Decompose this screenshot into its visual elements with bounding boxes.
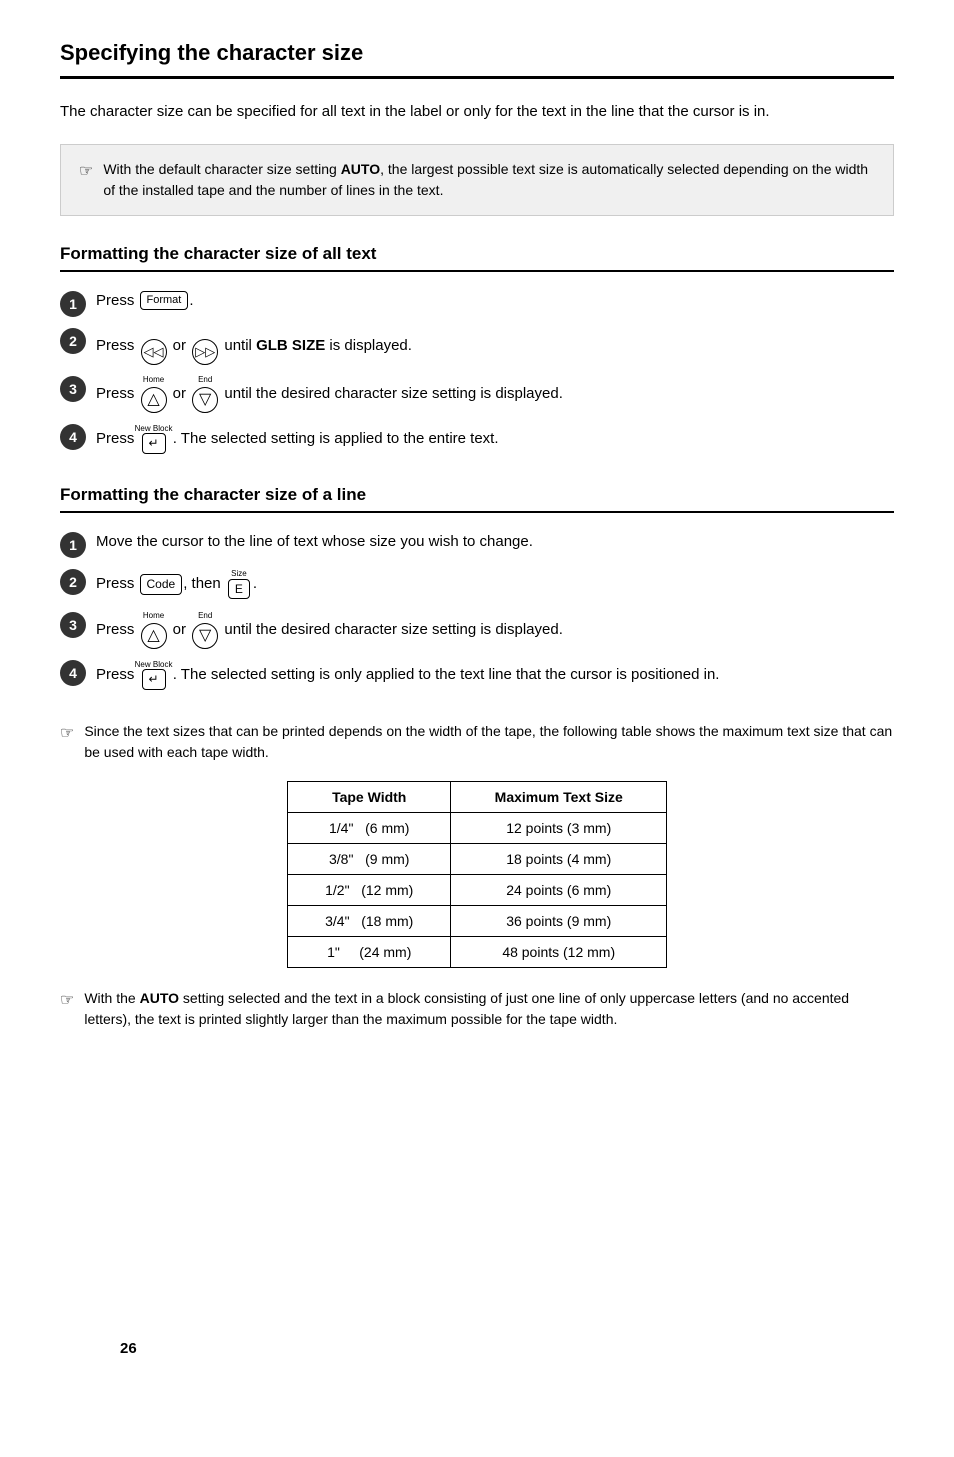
table-row: 1" (24 mm) 48 points (12 mm) — [288, 937, 667, 968]
step-content-2-3: Press Home △ or End ▽ until the desired … — [96, 611, 894, 649]
page-title: Specifying the character size — [60, 40, 894, 79]
note-text-1: With the default character size setting … — [103, 159, 875, 201]
step-content-2-2: Press Code, then Size E . — [96, 568, 894, 601]
e-btn[interactable]: E — [228, 579, 250, 600]
step-content-1-1: Press Format. — [96, 290, 894, 313]
table-row: 3/4" (18 mm) 36 points (9 mm) — [288, 906, 667, 937]
home-label: Home — [143, 374, 164, 386]
step-content-1-2: Press ◁◁ or ▷▷ until GLB SIZE is display… — [96, 327, 894, 365]
note-icon-1: ☞ — [79, 160, 93, 184]
step-1-4: 4 Press New Block ↵ . The selected setti… — [60, 423, 894, 456]
step-2-4: 4 Press New Block ↵ . The selected setti… — [60, 659, 894, 692]
home-btn[interactable]: △ — [141, 387, 167, 413]
left-arrow-btn-1[interactable]: ◁◁ — [141, 339, 167, 365]
max-size-4: 36 points (9 mm) — [451, 906, 667, 937]
note-text-2: Since the text sizes that can be printed… — [84, 721, 894, 763]
intro-text: The character size can be specified for … — [60, 101, 894, 124]
code-btn[interactable]: Code — [140, 574, 183, 595]
step-1-2: 2 Press ◁◁ or ▷▷ until GLB SIZE is displ… — [60, 327, 894, 365]
tape-width-5: 1" (24 mm) — [288, 937, 451, 968]
step-num-1-4: 4 — [60, 424, 86, 450]
max-size-1: 12 points (3 mm) — [451, 813, 667, 844]
step-1-1: 1 Press Format. — [60, 290, 894, 317]
tape-table: Tape Width Maximum Text Size 1/4" (6 mm)… — [287, 781, 667, 968]
end-label: End — [198, 374, 212, 386]
section-all-text: Formatting the character size of all tex… — [60, 244, 894, 456]
format-btn[interactable]: Format — [140, 291, 189, 310]
max-size-3: 24 points (6 mm) — [451, 875, 667, 906]
note-icon-3: ☞ — [60, 989, 74, 1013]
max-size-2: 18 points (4 mm) — [451, 844, 667, 875]
tape-width-2: 3/8" (9 mm) — [288, 844, 451, 875]
table-row: 1/4" (6 mm) 12 points (3 mm) — [288, 813, 667, 844]
step-content-2-4: Press New Block ↵ . The selected setting… — [96, 659, 894, 692]
step-num-2-2: 2 — [60, 569, 86, 595]
table-row: 1/2" (12 mm) 24 points (6 mm) — [288, 875, 667, 906]
section-line: Formatting the character size of a line … — [60, 485, 894, 691]
section2-title: Formatting the character size of a line — [60, 485, 894, 513]
end-label-2: End — [198, 610, 212, 622]
step-num-1-2: 2 — [60, 328, 86, 354]
step-num-2-3: 3 — [60, 612, 86, 638]
step-2-1: 1 Move the cursor to the line of text wh… — [60, 531, 894, 558]
end-btn-2[interactable]: ▽ — [192, 623, 218, 649]
end-btn[interactable]: ▽ — [192, 387, 218, 413]
note-icon-2: ☞ — [60, 722, 74, 746]
home-label-2: Home — [143, 610, 164, 622]
note-inline-3: ☞ With the AUTO setting selected and the… — [60, 988, 894, 1030]
right-arrow-btn-1[interactable]: ▷▷ — [192, 339, 218, 365]
step-1-3: 3 Press Home △ or End ▽ until the desire… — [60, 375, 894, 413]
home-btn-2[interactable]: △ — [141, 623, 167, 649]
note-inline-2: ☞ Since the text sizes that can be print… — [60, 721, 894, 763]
max-size-5: 48 points (12 mm) — [451, 937, 667, 968]
note-box-1: ☞ With the default character size settin… — [60, 144, 894, 216]
step-2-3: 3 Press Home △ or End ▽ until the desire… — [60, 611, 894, 649]
step-num-1-3: 3 — [60, 376, 86, 402]
step-num-2-1: 1 — [60, 532, 86, 558]
step-2-2: 2 Press Code, then Size E . — [60, 568, 894, 601]
section1-title: Formatting the character size of all tex… — [60, 244, 894, 272]
table-header-size: Maximum Text Size — [451, 782, 667, 813]
step-content-1-3: Press Home △ or End ▽ until the desired … — [96, 375, 894, 413]
step-num-1-1: 1 — [60, 291, 86, 317]
tape-width-1: 1/4" (6 mm) — [288, 813, 451, 844]
note-text-3: With the AUTO setting selected and the t… — [84, 988, 894, 1030]
table-row: 3/8" (9 mm) 18 points (4 mm) — [288, 844, 667, 875]
table-header-width: Tape Width — [288, 782, 451, 813]
step-content-2-1: Move the cursor to the line of text whos… — [96, 531, 894, 554]
enter-btn-1[interactable]: ↵ — [142, 433, 166, 454]
tape-width-3: 1/2" (12 mm) — [288, 875, 451, 906]
enter-btn-2[interactable]: ↵ — [142, 669, 166, 690]
page-number: 26 — [120, 1340, 137, 1357]
step-num-2-4: 4 — [60, 660, 86, 686]
tape-width-4: 3/4" (18 mm) — [288, 906, 451, 937]
step-content-1-4: Press New Block ↵ . The selected setting… — [96, 423, 894, 456]
